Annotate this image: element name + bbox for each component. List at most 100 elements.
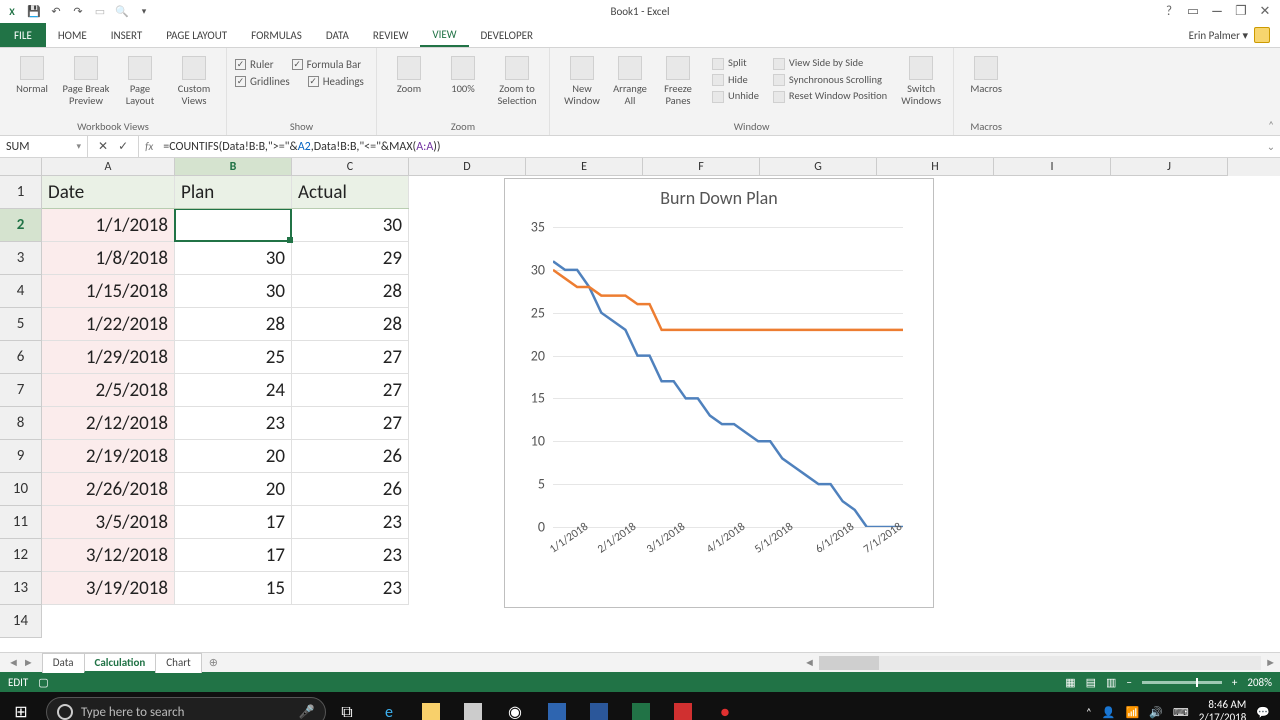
cell[interactable]: 30 <box>292 209 409 242</box>
column-header[interactable]: E <box>526 158 643 176</box>
formula-bar-checkbox[interactable]: ✓Formula Bar <box>292 58 361 71</box>
zoom-out-icon[interactable]: − <box>1126 676 1131 689</box>
formula-input[interactable]: fx =COUNTIFS(Data!B:B,">="&A2,Data!B:B,"… <box>139 136 1262 157</box>
cell[interactable]: 26 <box>292 473 409 506</box>
worksheet[interactable]: ABCDEFGHIJ 1234567891011121314 DatePlanA… <box>0 158 1280 652</box>
cell[interactable]: 20 <box>175 473 292 506</box>
cell[interactable]: 30 <box>175 275 292 308</box>
row-header[interactable]: 4 <box>0 275 42 308</box>
column-header[interactable]: I <box>994 158 1111 176</box>
column-header[interactable]: A <box>42 158 175 176</box>
ribbon-tab-data[interactable]: DATA <box>314 23 361 47</box>
row-header[interactable]: 8 <box>0 407 42 440</box>
cell[interactable]: 24 <box>175 374 292 407</box>
zoom-level[interactable]: 208% <box>1247 676 1272 689</box>
select-all-corner[interactable] <box>0 158 42 176</box>
word-icon[interactable] <box>578 692 620 720</box>
cell[interactable]: 26 <box>292 440 409 473</box>
synchronous-scrolling-button[interactable]: Synchronous Scrolling <box>773 73 887 87</box>
cancel-formula-icon[interactable]: ✕ <box>98 139 108 154</box>
cell[interactable]: 1/1/2018 <box>42 209 175 242</box>
zoom to-button[interactable]: Zoom to Selection <box>493 50 541 118</box>
row-header[interactable]: 9 <box>0 440 42 473</box>
tray-chevron-icon[interactable]: ˄ <box>1086 706 1092 719</box>
cell[interactable]: 2/26/2018 <box>42 473 175 506</box>
horizontal-scrollbar[interactable]: ◄ ► <box>800 656 1280 670</box>
reset-window-position-button[interactable]: Reset Window Position <box>773 89 887 103</box>
row-header[interactable]: 11 <box>0 506 42 539</box>
row-header[interactable]: 5 <box>0 308 42 341</box>
cell[interactable]: 17 <box>175 539 292 572</box>
column-header[interactable]: C <box>292 158 409 176</box>
unhide-button[interactable]: Unhide <box>712 89 759 103</box>
outlook-icon[interactable] <box>536 692 578 720</box>
cell[interactable]: 3/5/2018 <box>42 506 175 539</box>
page break-button[interactable]: Page Break Preview <box>62 50 110 118</box>
tray-people-icon[interactable]: 👤 <box>1102 706 1116 719</box>
expand-formula-bar-icon[interactable]: ⌄ <box>1262 136 1280 157</box>
column-header[interactable]: B <box>175 158 292 176</box>
cell[interactable]: 15 <box>175 572 292 605</box>
switch-windows-button[interactable]: Switch Windows <box>897 50 945 106</box>
hide-button[interactable]: Hide <box>712 73 759 87</box>
freeze-button[interactable]: Freeze Panes <box>654 50 702 106</box>
ribbon-tab-page-layout[interactable]: PAGE LAYOUT <box>154 23 239 47</box>
column-header[interactable]: F <box>643 158 760 176</box>
cell[interactable]: 17 <box>175 506 292 539</box>
row-header[interactable]: 2 <box>0 209 42 242</box>
arrange-button[interactable]: Arrange All <box>606 50 654 106</box>
cell[interactable]: 28 <box>175 308 292 341</box>
cell[interactable]: =COUNTIFS <box>175 209 292 242</box>
video-app-icon[interactable] <box>662 692 704 720</box>
file-tab[interactable]: FILE <box>0 23 46 47</box>
row-header[interactable]: 6 <box>0 341 42 374</box>
mic-icon[interactable]: 🎤 <box>299 705 315 720</box>
column-header[interactable]: J <box>1111 158 1228 176</box>
undo-icon[interactable]: ↶ <box>48 4 64 20</box>
help-icon[interactable]: ? <box>1160 4 1178 19</box>
close-icon[interactable]: ✕ <box>1256 4 1274 19</box>
ruler-checkbox[interactable]: ✓Ruler <box>235 58 274 71</box>
save-icon[interactable]: 💾 <box>26 4 42 20</box>
file-explorer-icon[interactable] <box>410 692 452 720</box>
column-header[interactable]: H <box>877 158 994 176</box>
recording-indicator-icon[interactable]: ● <box>704 692 746 720</box>
cell[interactable]: 30 <box>175 242 292 275</box>
collapse-ribbon-icon[interactable]: ˄ <box>1268 119 1274 132</box>
cell[interactable]: 27 <box>292 341 409 374</box>
cell[interactable]: 23 <box>292 539 409 572</box>
row-header[interactable]: 7 <box>0 374 42 407</box>
chart-series-actual[interactable] <box>553 270 903 330</box>
task-view-icon[interactable]: ⧉ <box>326 692 368 720</box>
chrome-icon[interactable]: ◉ <box>494 692 536 720</box>
view-pagebreak-icon[interactable]: ▥ <box>1106 676 1116 689</box>
store-icon[interactable] <box>452 692 494 720</box>
sheet-tab-data[interactable]: Data <box>42 653 85 673</box>
cell[interactable]: 3/19/2018 <box>42 572 175 605</box>
add-sheet-button[interactable]: ⊕ <box>201 656 226 669</box>
cell[interactable]: 29 <box>292 242 409 275</box>
sheet-nav-prev-icon[interactable]: ◄ <box>8 656 19 669</box>
custom-button[interactable]: Custom Views <box>170 50 218 118</box>
fx-icon[interactable]: fx <box>145 140 153 153</box>
cell[interactable]: 23 <box>175 407 292 440</box>
row-header[interactable]: 13 <box>0 572 42 605</box>
cell[interactable]: 1/22/2018 <box>42 308 175 341</box>
chart-series-plan[interactable] <box>553 261 903 527</box>
view-pagelayout-icon[interactable]: ▤ <box>1086 676 1096 689</box>
cell[interactable]: 2/12/2018 <box>42 407 175 440</box>
cell[interactable]: 1/29/2018 <box>42 341 175 374</box>
excel-taskbar-icon[interactable] <box>620 692 662 720</box>
ribbon-tab-developer[interactable]: DEVELOPER <box>469 23 545 47</box>
print-preview-icon[interactable]: 🔍 <box>114 4 130 20</box>
100pct-button[interactable]: 100% <box>439 50 487 118</box>
row-header[interactable]: 10 <box>0 473 42 506</box>
cell[interactable]: 27 <box>292 407 409 440</box>
cell[interactable]: 20 <box>175 440 292 473</box>
cell[interactable]: Plan <box>175 176 292 209</box>
macro-record-icon[interactable]: ▢ <box>38 676 48 689</box>
qat-dropdown-icon[interactable]: ▾ <box>136 4 152 20</box>
taskbar-clock[interactable]: 8:46 AM 2/17/2018 <box>1199 699 1247 720</box>
cell[interactable]: Actual <box>292 176 409 209</box>
gridlines-checkbox[interactable]: ✓Gridlines <box>235 75 290 88</box>
